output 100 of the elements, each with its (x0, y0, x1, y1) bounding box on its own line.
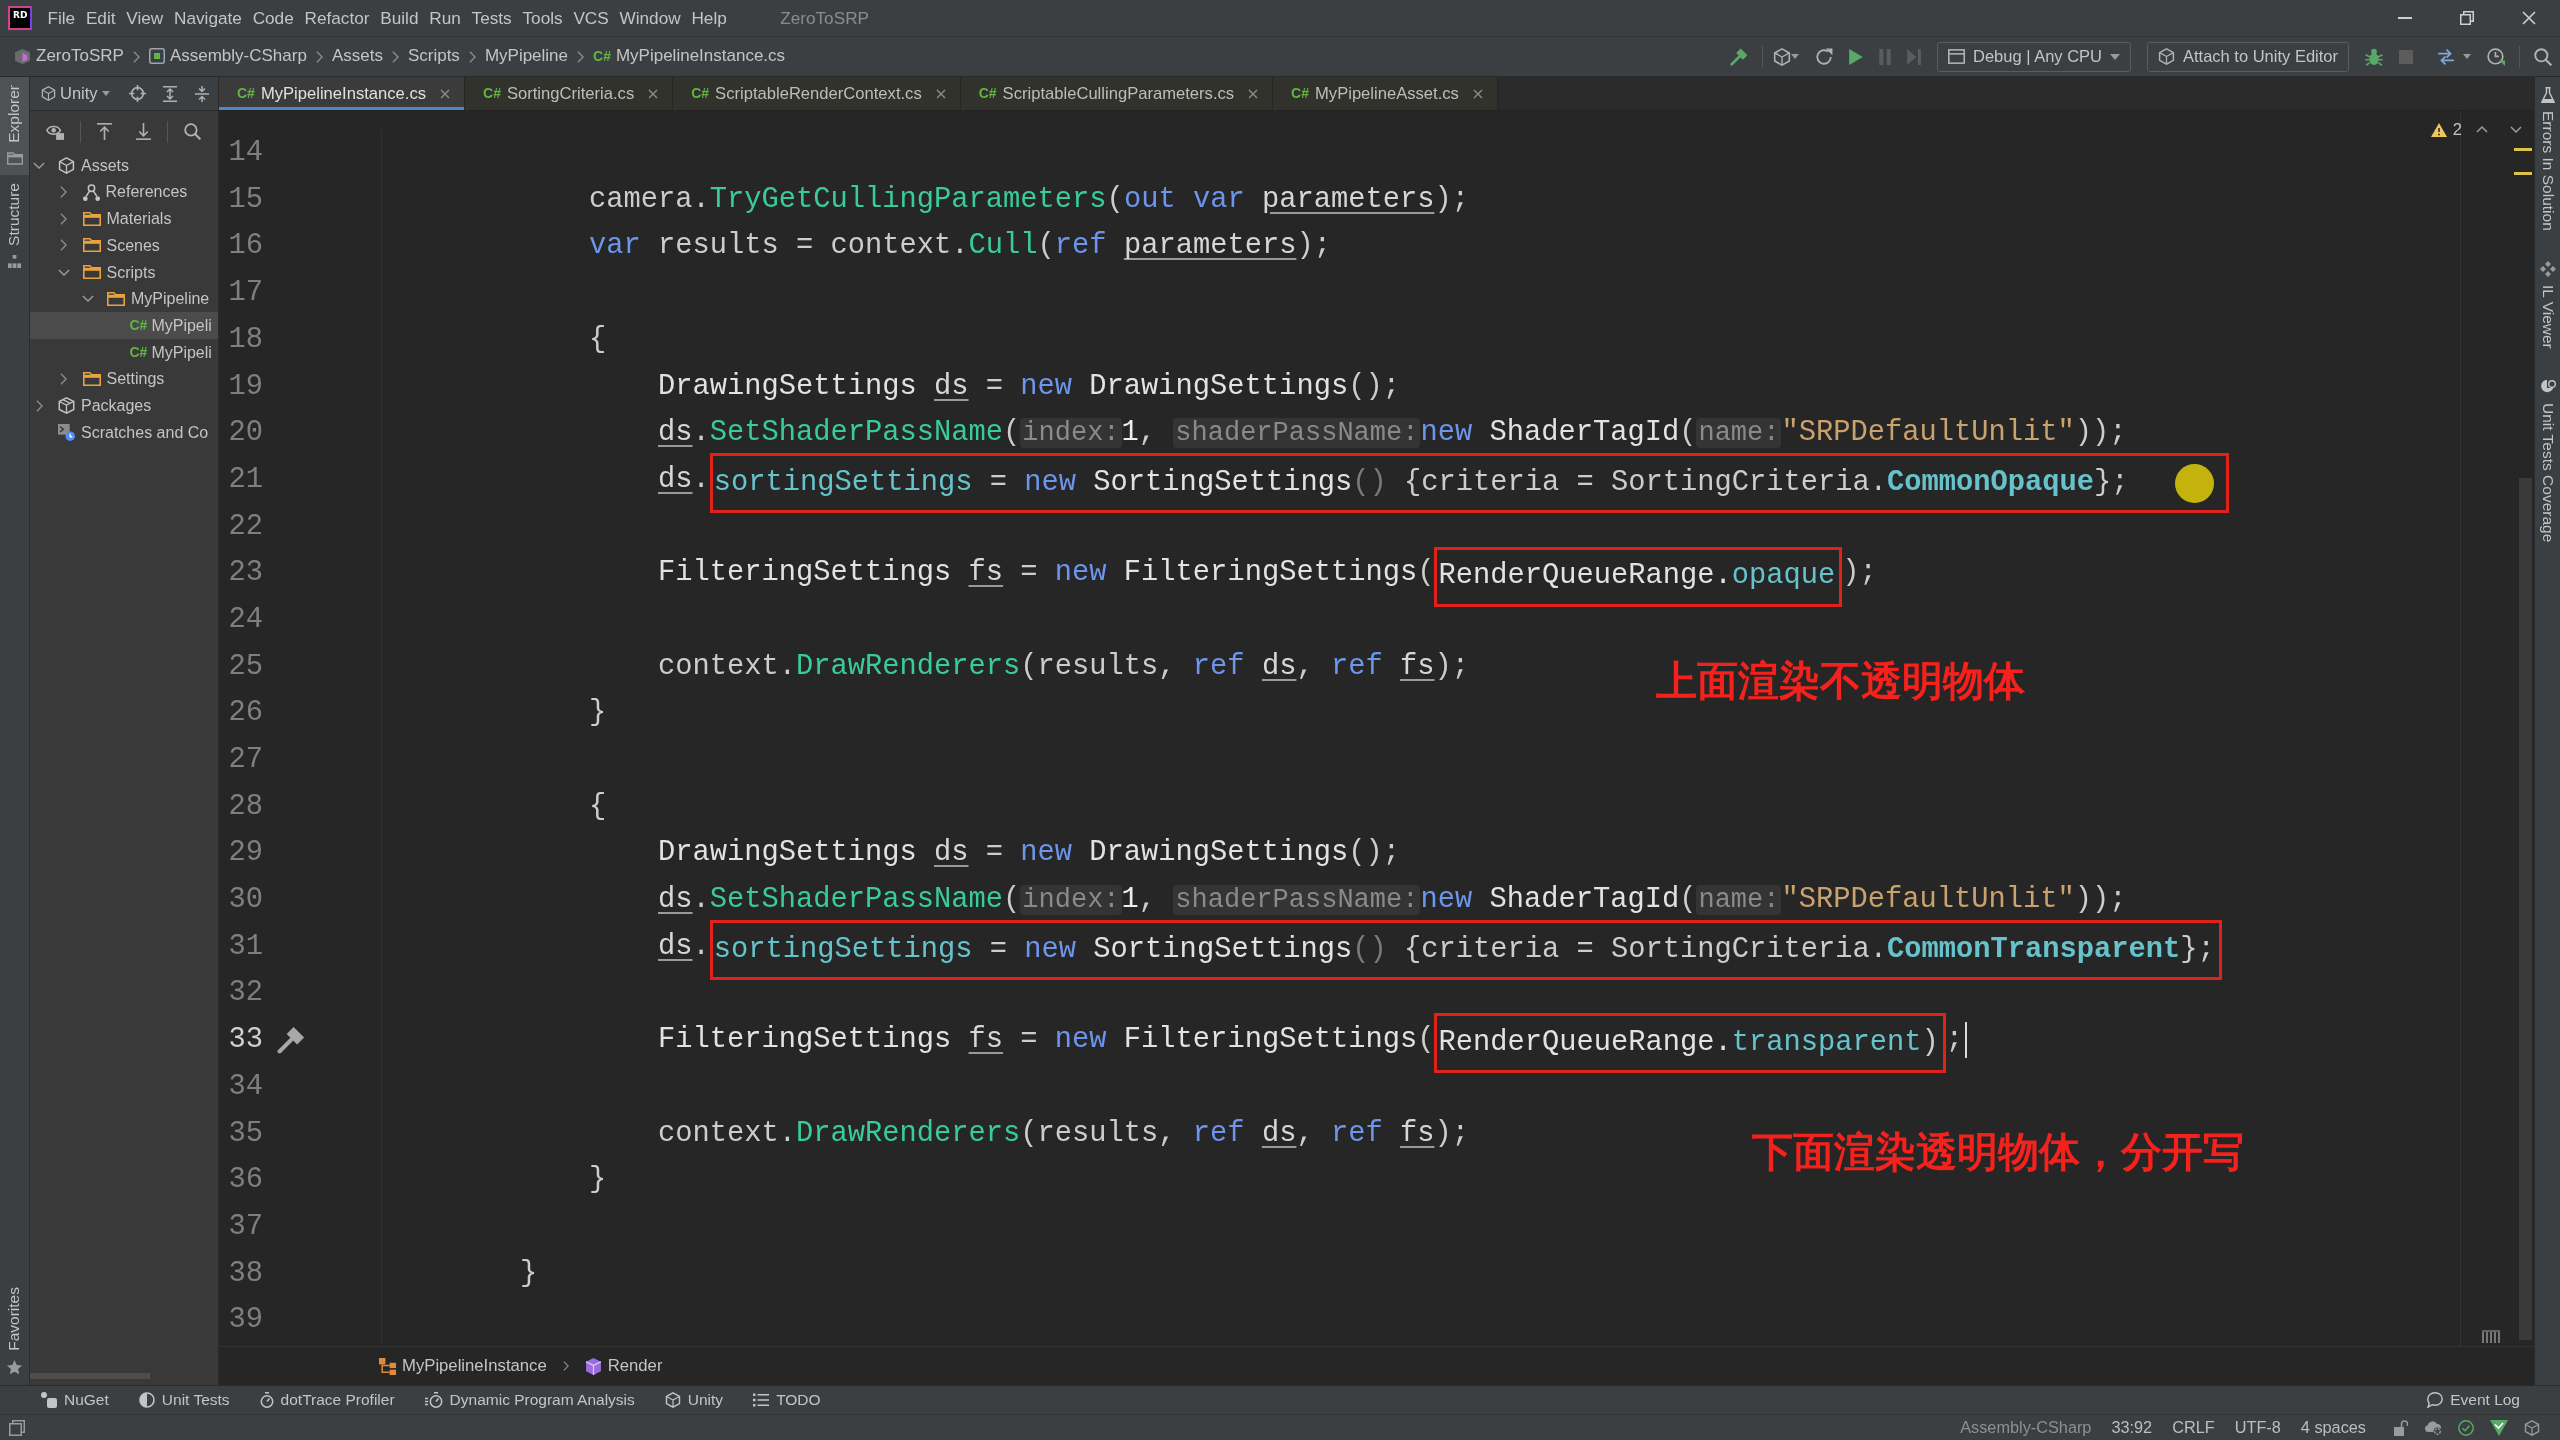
menu-item[interactable]: Build (374, 7, 424, 29)
search-icon[interactable] (2534, 47, 2552, 66)
caret-up-icon[interactable] (2476, 126, 2488, 134)
check-triangle-icon[interactable] (2490, 1419, 2508, 1436)
chevron-down-icon[interactable] (33, 161, 45, 169)
menu-item[interactable]: Navigate (168, 7, 248, 29)
editor-tab[interactable]: C# MyPipelineInstance.cs (219, 77, 465, 110)
editor-tab[interactable]: C# ScriptableCullingParameters.cs (960, 77, 1274, 110)
cube-icon[interactable] (1772, 47, 1791, 66)
chevron-down-icon[interactable] (57, 268, 70, 276)
menu-item[interactable]: Window (614, 7, 687, 29)
editor-tab[interactable]: C# MyPipelineAsset.cs (1273, 77, 1498, 110)
caret-icon[interactable] (2463, 54, 2471, 59)
tool-window-button[interactable]: Dynamic Program Analysis (424, 1390, 635, 1410)
tree-item[interactable]: Settings (30, 365, 218, 393)
arrow-down-icon[interactable] (136, 123, 151, 140)
menu-item[interactable]: View (120, 7, 169, 29)
close-icon[interactable] (1248, 88, 1259, 99)
menu-item[interactable]: Tests (466, 7, 518, 29)
tree-item[interactable]: Materials (30, 205, 218, 233)
tool-window-button[interactable]: Event Log (2427, 1390, 2520, 1410)
chevron-right-icon[interactable] (35, 399, 43, 412)
tree-item[interactable]: Scratches and Co (30, 418, 218, 446)
chevron-down-icon[interactable] (82, 295, 94, 303)
breadcrumb-item[interactable]: C# MyPipelineInstance.cs (593, 46, 786, 67)
hammer-icon[interactable] (1729, 47, 1748, 66)
sidebar-tab[interactable]: Errors In Solution (2538, 87, 2557, 231)
sidebar-tab[interactable]: Unit Tests Coverage (2538, 378, 2557, 542)
tree-item[interactable]: Assets (30, 152, 218, 179)
menu-item[interactable]: Edit (80, 7, 121, 29)
project-selector[interactable]: Assembly-CSharp (1960, 1417, 2092, 1438)
arrow-up-icon[interactable] (97, 123, 112, 140)
breadcrumb-item[interactable]: ZeroToSRP (14, 46, 124, 67)
line-separator-selector[interactable]: CRLF (2172, 1417, 2215, 1438)
encoding-selector[interactable]: UTF-8 (2234, 1417, 2281, 1438)
bars-icon[interactable] (2482, 1330, 2500, 1344)
warning-icon[interactable] (2430, 122, 2447, 137)
sidebar-tab[interactable]: IL Viewer (2538, 260, 2557, 349)
cursor-position[interactable]: 33:92 (2111, 1417, 2153, 1438)
cloud-icon[interactable] (2424, 1419, 2442, 1436)
expand-icon[interactable] (162, 85, 178, 102)
menu-item[interactable]: File (42, 7, 81, 29)
editor-tab[interactable]: C# ScriptableRenderContext.cs (673, 77, 961, 110)
tool-window-button[interactable]: dotTrace Profiler (259, 1390, 395, 1410)
menu-item[interactable]: Run (423, 7, 467, 29)
editor-tab[interactable]: C# SortingCriteria.cs (465, 77, 674, 110)
breadcrumb-item[interactable]: Scripts (407, 46, 460, 67)
warning-count[interactable]: 2 (2452, 120, 2462, 140)
configuration-dropdown[interactable]: Debug | Any CPU (1936, 41, 2131, 72)
indent-selector[interactable]: 4 spaces (2300, 1417, 2366, 1438)
sidebar-tab[interactable]: Structure (0, 174, 29, 278)
hammer-icon[interactable] (277, 1026, 305, 1055)
menu-item[interactable]: Refactor (299, 7, 375, 29)
chevron-right-icon[interactable] (60, 239, 67, 252)
tree-item[interactable]: Scripts (30, 258, 218, 286)
crosshair-icon[interactable] (129, 85, 146, 102)
tree-item[interactable]: C# MyPipeli (30, 338, 218, 366)
bug-icon[interactable] (2365, 47, 2383, 66)
restore-icon[interactable] (2460, 11, 2474, 25)
breadcrumb-item[interactable]: MyPipeline (484, 46, 569, 67)
tree-item[interactable]: Scenes (30, 232, 218, 259)
close-icon[interactable] (935, 88, 946, 99)
menu-item[interactable]: Tools (517, 7, 568, 29)
caret-down-icon[interactable] (2510, 126, 2522, 134)
eye-icon[interactable] (46, 123, 64, 140)
tool-window-button[interactable]: TODO (753, 1390, 821, 1410)
scrollbar-thumb[interactable] (30, 1373, 150, 1379)
windows-icon[interactable] (9, 1419, 25, 1436)
cube-icon[interactable] (2524, 1419, 2540, 1436)
lock-icon[interactable] (2394, 1419, 2408, 1436)
sidebar-tab[interactable]: Favorites (0, 1279, 29, 1385)
sidebar-tab[interactable]: Explorer (0, 77, 29, 175)
tool-window-button[interactable]: Unit Tests (138, 1390, 230, 1410)
caret-icon[interactable] (1790, 54, 1799, 59)
chevron-right-icon[interactable] (60, 212, 67, 225)
menu-item[interactable]: VCS (568, 7, 615, 29)
clock-icon[interactable] (2487, 47, 2505, 66)
refresh-icon[interactable] (1814, 47, 1833, 66)
chevron-right-icon[interactable] (60, 372, 67, 385)
close-icon[interactable] (1472, 88, 1483, 99)
attach-button[interactable]: Attach to Unity Editor (2147, 41, 2349, 72)
menu-item[interactable]: Help (686, 7, 733, 29)
breadcrumb-item[interactable]: Render (584, 1356, 663, 1376)
tree-item[interactable]: References (30, 178, 218, 206)
close-icon[interactable] (440, 88, 450, 99)
tree-item[interactable]: MyPipeline (30, 285, 218, 313)
search-icon[interactable] (184, 123, 201, 140)
close-icon[interactable] (648, 88, 659, 99)
arrows-icon[interactable] (2437, 47, 2455, 66)
chevron-right-icon[interactable] (60, 186, 67, 199)
play-icon[interactable] (1848, 48, 1863, 65)
collapse-icon[interactable] (194, 85, 210, 102)
breadcrumb-item[interactable]: Assets (331, 46, 383, 67)
close-icon[interactable] (2522, 11, 2536, 25)
tool-window-button[interactable]: NuGet (41, 1390, 109, 1410)
menu-item[interactable]: Code (247, 7, 300, 29)
tree-item[interactable]: C# MyPipeli (30, 312, 218, 339)
breadcrumb-item[interactable]: MyPipelineInstance (379, 1356, 547, 1376)
tree-item[interactable]: Packages (30, 392, 218, 419)
breadcrumb-item[interactable]: Assembly-CSharp (148, 46, 307, 67)
